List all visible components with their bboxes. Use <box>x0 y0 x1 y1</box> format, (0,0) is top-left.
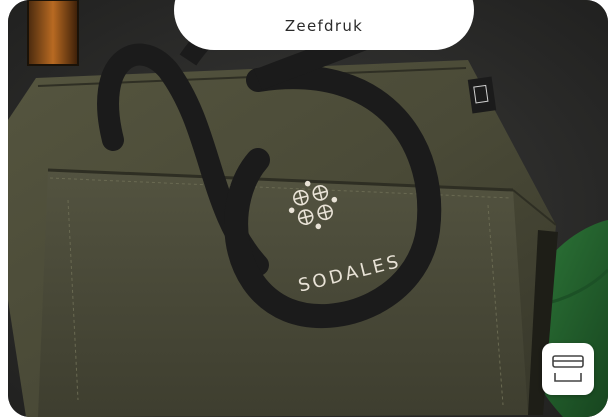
bottle <box>27 0 79 66</box>
print-method-tab[interactable]: Zeefdruk <box>174 0 474 50</box>
product-photo: SODALES <box>8 0 608 417</box>
print-method-label: Zeefdruk <box>284 17 364 35</box>
print-side-icon <box>552 355 584 382</box>
product-image-card: SODALES Zeefdruk <box>8 0 608 417</box>
print-side-button[interactable] <box>542 343 594 395</box>
